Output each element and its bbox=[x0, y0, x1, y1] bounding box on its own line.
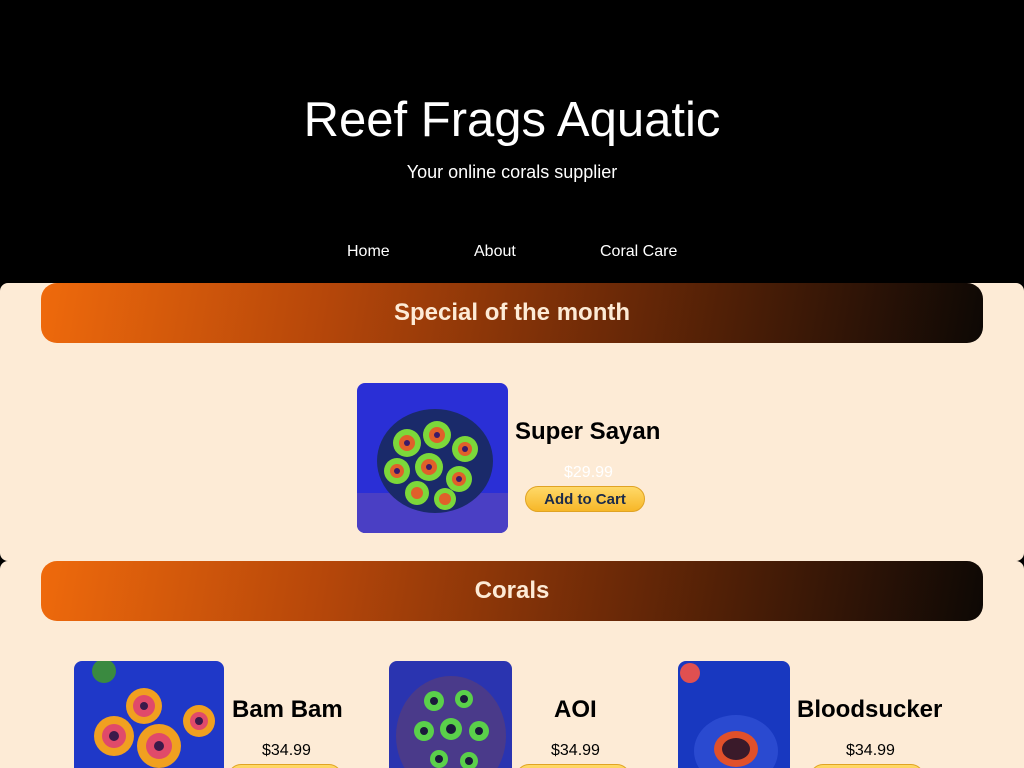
corals-section: Corals Bam Bam $34.99 AOI $34.99 Bloodsu… bbox=[0, 561, 1024, 768]
nav-home-link[interactable]: Home bbox=[347, 243, 390, 261]
aoi-add-to-cart-button[interactable] bbox=[516, 764, 630, 768]
coral-photo-icon bbox=[74, 661, 224, 768]
nav-coral-care-link[interactable]: Coral Care bbox=[600, 243, 677, 261]
site-header: Reef Frags Aquatic Your online corals su… bbox=[0, 0, 1024, 283]
coral-photo-icon bbox=[678, 661, 790, 768]
bam-bam-name: Bam Bam bbox=[232, 696, 343, 723]
bam-bam-add-to-cart-button[interactable] bbox=[228, 764, 342, 768]
aoi-image[interactable] bbox=[389, 661, 512, 768]
aoi-name: AOI bbox=[554, 696, 597, 723]
super-sayan-name: Super Sayan bbox=[515, 418, 661, 445]
aoi-price: $34.99 bbox=[551, 742, 600, 759]
site-title: Reef Frags Aquatic bbox=[303, 93, 721, 147]
main-nav: Home About Coral Care bbox=[0, 243, 1024, 265]
coral-photo-icon bbox=[389, 661, 512, 768]
bam-bam-image[interactable] bbox=[74, 661, 224, 768]
bloodsucker-price: $34.99 bbox=[846, 742, 895, 759]
site-tagline: Your online corals supplier bbox=[406, 162, 618, 182]
bloodsucker-image[interactable] bbox=[678, 661, 790, 768]
super-sayan-price: $29.99 bbox=[564, 464, 613, 481]
special-banner: Special of the month bbox=[41, 283, 983, 343]
special-section: Special of the month Super Sayan $29.99 … bbox=[0, 283, 1024, 561]
bloodsucker-add-to-cart-button[interactable] bbox=[810, 764, 924, 768]
bam-bam-price: $34.99 bbox=[262, 742, 311, 759]
nav-about-link[interactable]: About bbox=[474, 243, 516, 261]
super-sayan-image[interactable] bbox=[357, 383, 508, 533]
add-to-cart-button[interactable]: Add to Cart bbox=[525, 486, 645, 512]
bloodsucker-name: Bloodsucker bbox=[797, 696, 943, 723]
corals-banner: Corals bbox=[41, 561, 983, 621]
coral-photo-icon bbox=[357, 383, 508, 533]
